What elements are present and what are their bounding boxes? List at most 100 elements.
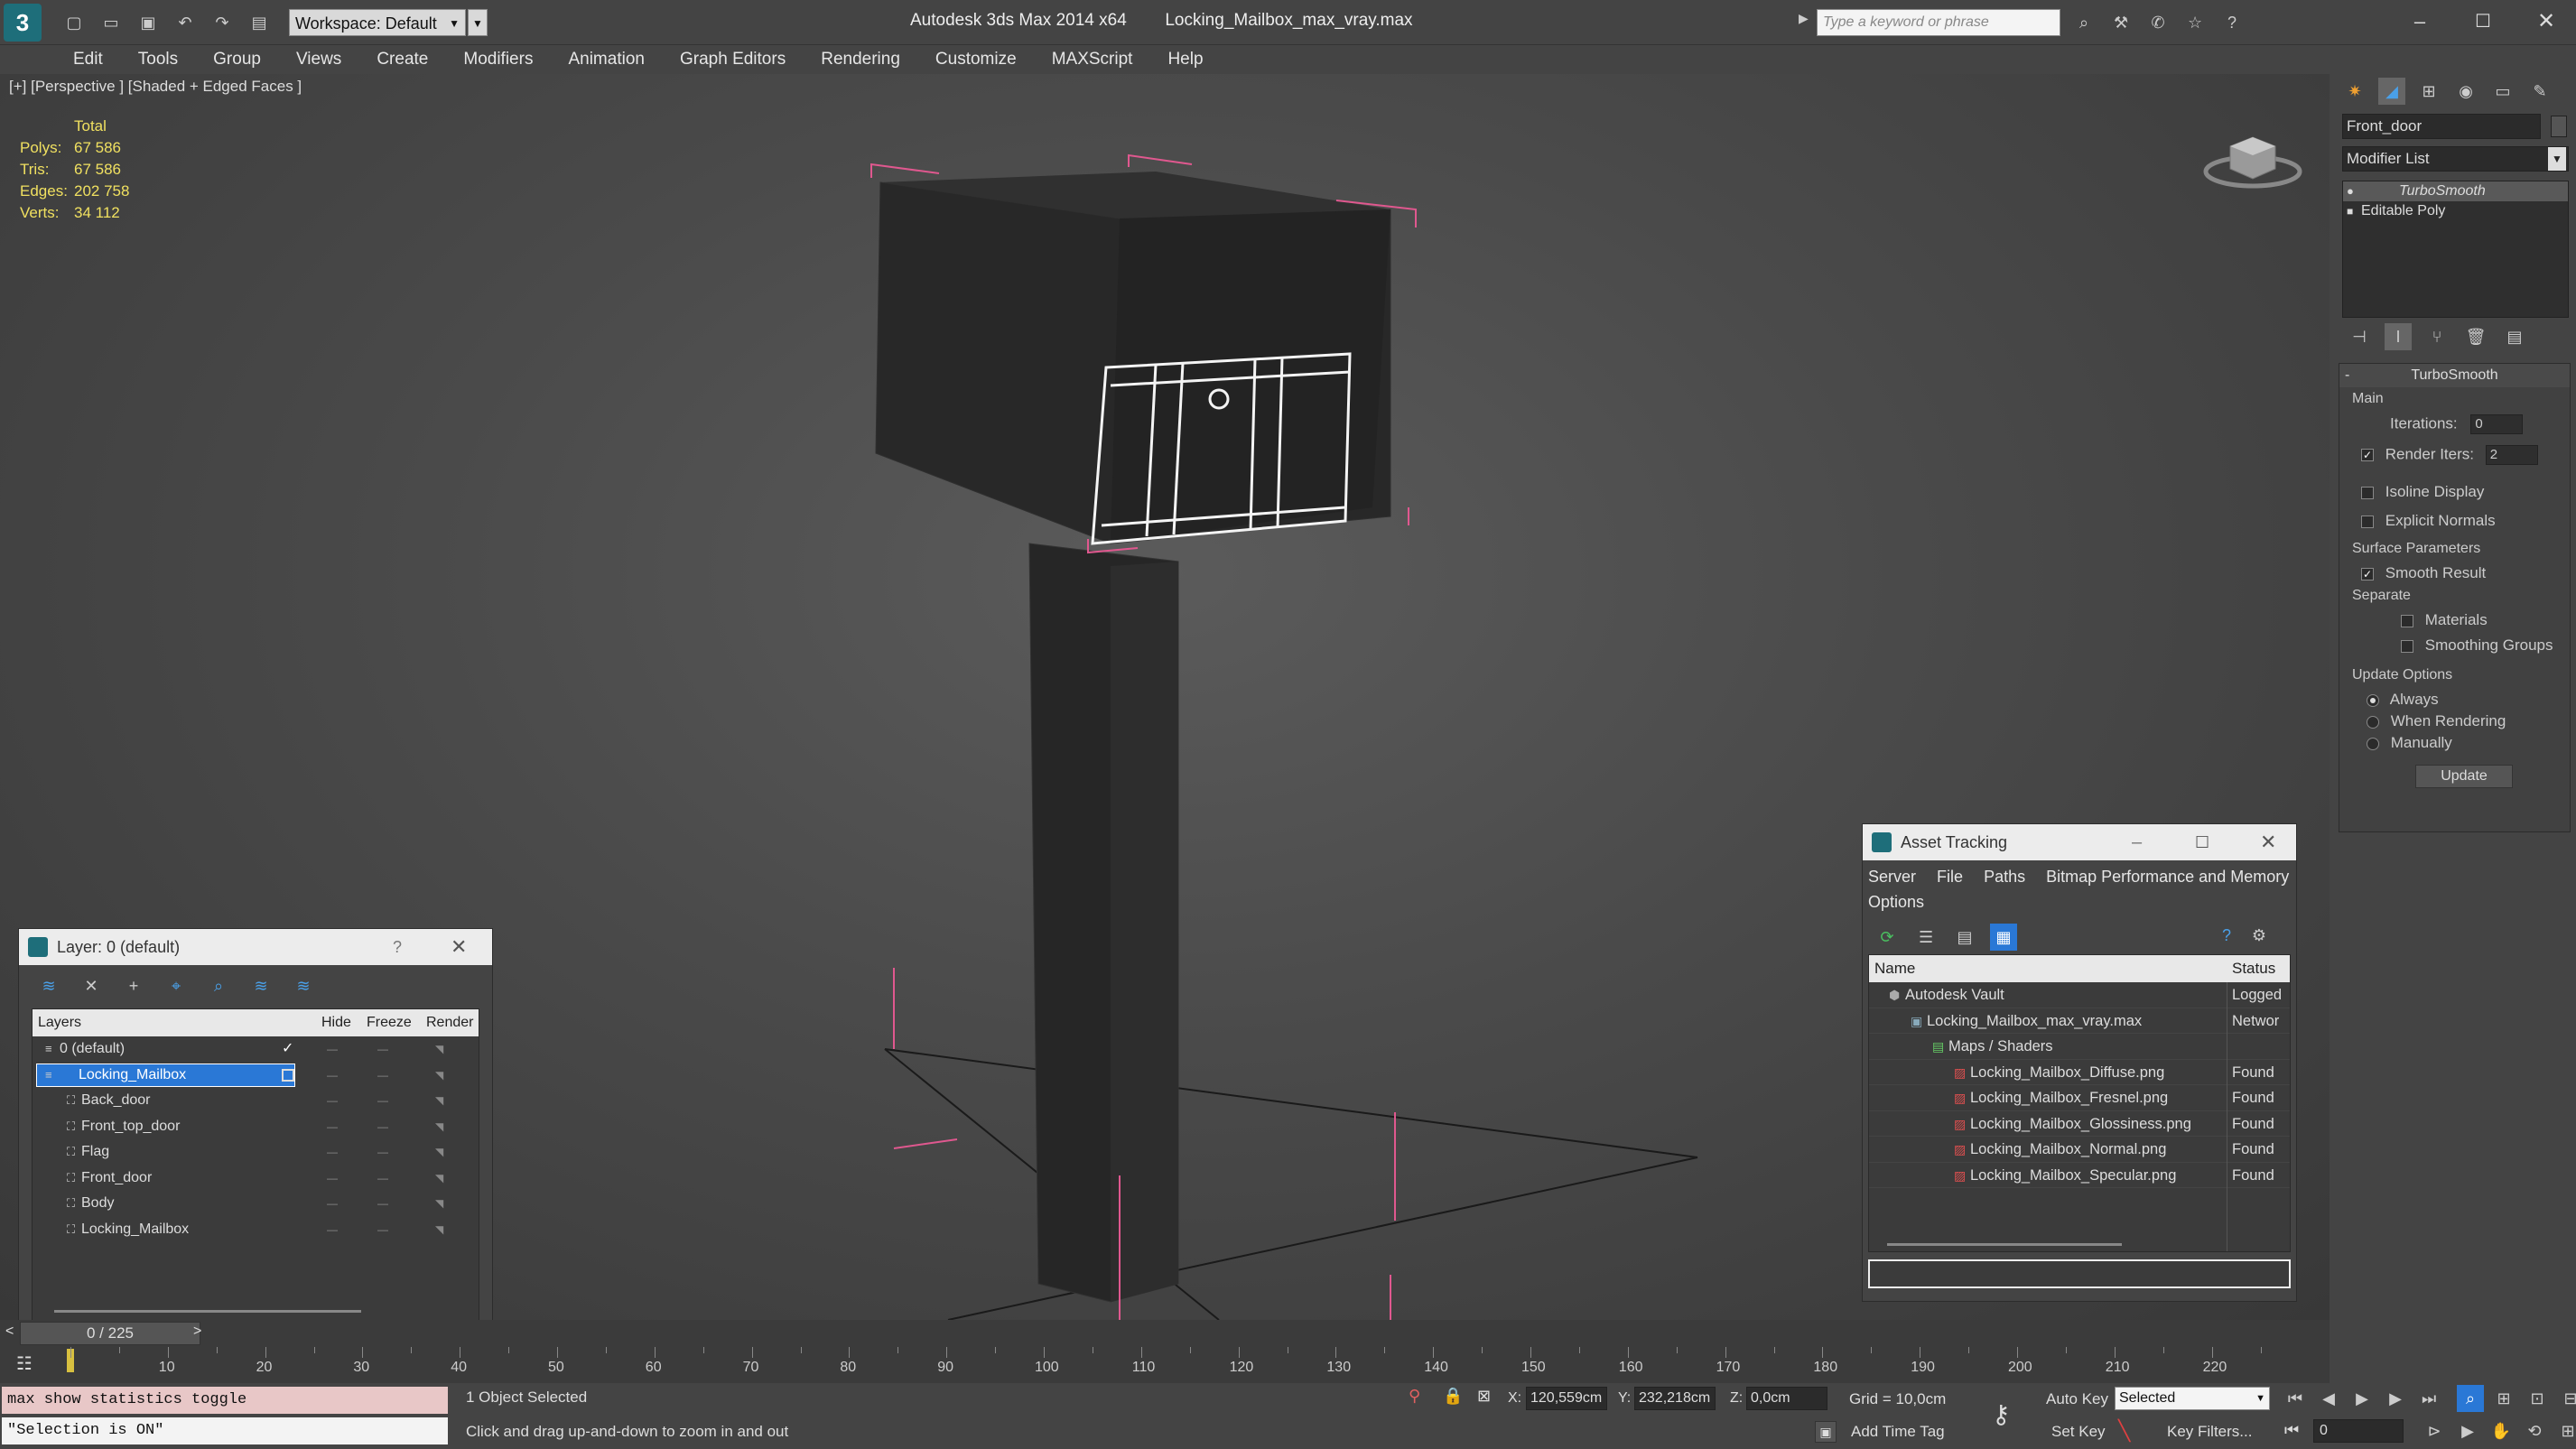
menu-modifiers[interactable]: Modifiers <box>448 45 548 74</box>
layer-dialog-titlebar[interactable]: Layer: 0 (default) ? ✕ <box>19 929 492 965</box>
freeze-toggle[interactable]: — <box>377 1063 388 1088</box>
open-file-icon[interactable]: ▭ <box>98 9 125 36</box>
smoothing-groups-checkbox[interactable] <box>2401 639 2413 653</box>
hide-toggle[interactable]: — <box>327 1139 338 1165</box>
freeze-toggle[interactable]: — <box>377 1217 388 1242</box>
column-render[interactable]: Render <box>426 1009 473 1036</box>
hide-toggle[interactable]: — <box>327 1191 338 1216</box>
communication-icon[interactable]: ✆ <box>2144 9 2171 36</box>
isolate-selection-icon[interactable]: ⚲ <box>1409 1387 1420 1406</box>
stack-item-turbosmooth[interactable]: ● TurboSmooth <box>2343 181 2568 201</box>
layer-list[interactable]: Layers Hide Freeze Render 0 (default) ≡ ✓ —… <box>32 1008 479 1320</box>
asset-menu-paths[interactable]: Paths <box>1984 868 2025 886</box>
layer-row[interactable]: Front_top_door ⛶ — — ◥ <box>33 1114 479 1140</box>
hide-toggle[interactable]: — <box>327 1063 338 1088</box>
lightbulb-icon[interactable]: ● <box>2347 181 2354 201</box>
freeze-toggle[interactable]: — <box>377 1114 388 1139</box>
asset-tracking-dialog[interactable]: Asset Tracking – ☐ ✕ Server File Paths B… <box>1862 823 2297 1302</box>
help-icon[interactable]: ? <box>2218 9 2246 36</box>
current-layer-check-icon[interactable]: ✓ <box>282 1036 293 1062</box>
render-iters-spinner[interactable]: 2 <box>2485 445 2538 465</box>
modify-tab-icon[interactable]: ◢ <box>2378 78 2406 105</box>
open-mini-curve-editor-icon[interactable]: ☷ <box>16 1352 33 1375</box>
render-toggle-icon[interactable]: ◥ <box>435 1114 443 1139</box>
hide-all-layers-icon[interactable]: ≋ <box>247 972 274 999</box>
freeze-toggle[interactable]: — <box>377 1088 388 1113</box>
layer-name[interactable]: Flag <box>81 1139 109 1165</box>
materials-checkbox[interactable] <box>2401 614 2413 627</box>
zoom-extents-icon[interactable]: ⊡ <box>2524 1385 2551 1412</box>
layer-name[interactable]: Back_door <box>81 1088 151 1113</box>
region-zoom-icon[interactable]: ▶ <box>2454 1417 2481 1444</box>
object-color-swatch[interactable] <box>2551 116 2568 137</box>
layer-row[interactable]: Locking_Mailbox ⛶ — — ◥ <box>33 1217 479 1243</box>
subscription-icon[interactable]: ⚒ <box>2107 9 2134 36</box>
isoline-checkbox[interactable] <box>2361 486 2374 499</box>
track-bar[interactable]: ☷ 10 20 30 40 50 60 70 80 90 100 110 120 130 140 150 16… <box>0 1347 2330 1383</box>
hide-toggle[interactable]: — <box>327 1114 338 1139</box>
layer-name[interactable]: Front_top_door <box>81 1114 180 1139</box>
layer-row[interactable]: Locking_Mailbox ≡ — — ◥ <box>33 1063 479 1089</box>
stack-item-editable-poly[interactable]: ■ Editable Poly <box>2343 201 2568 221</box>
create-tab-icon[interactable]: ✷ <box>2341 78 2368 105</box>
orbit-icon[interactable]: ⟲ <box>2521 1417 2548 1444</box>
play-icon[interactable]: ▶ <box>2348 1385 2376 1412</box>
display-tab-icon[interactable]: ▭ <box>2489 78 2516 105</box>
layer-row[interactable]: Flag ⛶ — — ◥ <box>33 1139 479 1166</box>
when-rendering-radio[interactable] <box>2367 715 2379 729</box>
render-toggle-icon[interactable]: ◥ <box>435 1217 443 1242</box>
layer-name[interactable]: Locking_Mailbox <box>36 1063 296 1087</box>
hide-toggle[interactable]: — <box>327 1166 338 1191</box>
layer-dialog-close-icon[interactable]: ✕ <box>451 929 467 965</box>
select-objects-icon[interactable]: ⌖ <box>163 972 190 999</box>
absolute-mode-icon[interactable]: ⊠ <box>1477 1387 1491 1406</box>
render-toggle-icon[interactable]: ◥ <box>435 1036 443 1062</box>
menu-views[interactable]: Views <box>281 45 357 74</box>
asset-column-name[interactable]: Name <box>1874 955 1915 982</box>
workspace-menu-icon[interactable]: ▼ <box>468 9 488 36</box>
column-hide[interactable]: Hide <box>321 1009 351 1036</box>
explicit-normals-checkbox[interactable] <box>2361 515 2374 528</box>
layer-manager-dialog[interactable]: Layer: 0 (default) ? ✕ ≋ ✕ + ⌖ ⌕ ≋ ≋ Lay… <box>18 928 493 1320</box>
maximize-button[interactable]: ☐ <box>2465 5 2501 38</box>
search-expand-icon[interactable]: ▶ <box>1799 11 1809 26</box>
motion-tab-icon[interactable]: ◉ <box>2452 78 2479 105</box>
object-name-field[interactable]: Front_door <box>2342 114 2541 139</box>
add-time-tag[interactable]: Add Time Tag <box>1851 1423 1945 1441</box>
refresh-icon[interactable]: ⟳ <box>1874 924 1901 951</box>
modifier-stack[interactable]: ● TurboSmooth ■ Editable Poly <box>2342 181 2569 318</box>
auto-key-button[interactable]: Auto Key <box>2046 1390 2108 1408</box>
asset-help-icon[interactable]: ? <box>2213 922 2240 949</box>
maxscript-listener-line2[interactable]: "Selection is ON" <box>2 1417 448 1444</box>
menu-rendering[interactable]: Rendering <box>805 45 916 74</box>
minimize-button[interactable]: – <box>2402 5 2438 38</box>
menu-create[interactable]: Create <box>361 45 443 74</box>
menu-customize[interactable]: Customize <box>920 45 1032 74</box>
go-to-end-icon[interactable]: ⏭ <box>2415 1385 2442 1412</box>
field-of-view-icon[interactable]: ⊳ <box>2421 1417 2448 1444</box>
smooth-result-checkbox[interactable]: ✓ <box>2361 567 2374 581</box>
menu-graph-editors[interactable]: Graph Editors <box>665 45 801 74</box>
render-toggle-icon[interactable]: ◥ <box>435 1063 443 1088</box>
freeze-toggle[interactable]: — <box>377 1036 388 1062</box>
column-freeze[interactable]: Freeze <box>367 1009 412 1036</box>
asset-dialog-titlebar[interactable]: Asset Tracking – ☐ ✕ <box>1863 824 2296 860</box>
frame-field[interactable]: 0 <box>2313 1419 2404 1443</box>
utilities-tab-icon[interactable]: ✎ <box>2526 78 2553 105</box>
modifier-list-dropdown[interactable]: Modifier List ▼ <box>2342 146 2569 172</box>
menu-edit[interactable]: Edit <box>58 45 118 74</box>
list-view-icon[interactable]: ☰ <box>1912 924 1939 951</box>
save-file-icon[interactable]: ▣ <box>135 9 162 36</box>
project-folder-icon[interactable]: ▤ <box>246 9 273 36</box>
layer-list-scrollbar[interactable] <box>54 1310 361 1313</box>
maxscript-listener-line1[interactable]: max show statistics toggle <box>2 1387 448 1414</box>
freeze-toggle[interactable]: — <box>377 1166 388 1191</box>
key-mode-icon[interactable]: ╲ <box>2118 1419 2130 1443</box>
time-tag-icon[interactable]: ▣ <box>1815 1421 1837 1443</box>
z-coordinate-field[interactable]: 0,0cm <box>1746 1387 1827 1410</box>
freeze-toggle[interactable]: — <box>377 1191 388 1216</box>
asset-settings-icon[interactable]: ⚙ <box>2246 922 2273 949</box>
asset-menu-file[interactable]: File <box>1937 868 1963 886</box>
pan-icon[interactable]: ✋ <box>2488 1417 2515 1444</box>
new-file-icon[interactable]: ▢ <box>60 9 88 36</box>
